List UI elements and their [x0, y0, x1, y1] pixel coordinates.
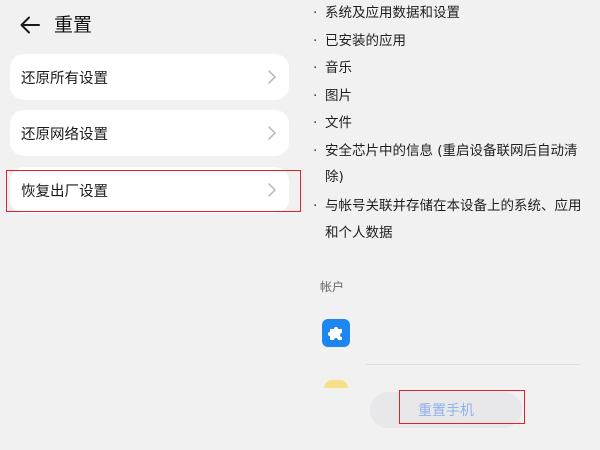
menu-item-reset-all-settings[interactable]: 还原所有设置 — [10, 54, 289, 100]
factory-reset-details-pane: · 系统及应用数据和设置 · 已安装的应用 · 音乐 · 图片 · 文件 · 安全芯片中的信… — [300, 0, 600, 450]
account-app-icon — [324, 380, 348, 388]
page-title: 重置 — [54, 14, 93, 36]
erase-list-item-continued: 除) — [325, 169, 344, 185]
erase-list-item: · 文件 — [313, 115, 352, 131]
reset-screen: 重置 还原所有设置 还原网络设置 恢复出厂设置 · 系统及应用数据和设置 · 已安装… — [0, 0, 600, 450]
erase-list-item-continued: 和个人数据 — [325, 225, 393, 241]
erase-list-item: · 音乐 — [313, 60, 352, 76]
reset-menu-pane: 重置 还原所有设置 还原网络设置 恢复出厂设置 — [0, 0, 301, 450]
erase-list-item: · 已安装的应用 — [313, 33, 406, 49]
erase-list-item: · 与帐号关联并存储在本设备上的系统、应用 — [313, 198, 582, 214]
arrow-left-icon — [20, 16, 40, 34]
back-button[interactable] — [16, 11, 44, 39]
menu-item-reset-network-settings[interactable]: 还原网络设置 — [10, 110, 289, 156]
chevron-right-icon — [267, 69, 277, 85]
menu-item-label: 还原网络设置 — [21, 126, 108, 143]
reset-phone-label: 重置手机 — [418, 403, 474, 419]
puzzle-icon — [322, 319, 350, 347]
erase-list-item: · 系统及应用数据和设置 — [313, 5, 460, 21]
menu-item-label: 还原所有设置 — [21, 70, 108, 87]
chevron-right-icon — [267, 182, 277, 198]
menu-item-factory-reset[interactable]: 恢复出厂设置 — [10, 167, 289, 213]
menu-item-label: 恢复出厂设置 — [21, 183, 108, 200]
account-divider — [366, 364, 580, 365]
erase-list-item: · 安全芯片中的信息 (重启设备联网后自动清 — [313, 143, 578, 159]
erase-list-item: · 图片 — [313, 88, 352, 104]
chevron-right-icon — [267, 125, 277, 141]
reset-phone-button[interactable]: 重置手机 — [370, 392, 522, 428]
top-bar: 重置 — [0, 0, 300, 50]
accounts-section-label: 帐户 — [320, 280, 345, 294]
